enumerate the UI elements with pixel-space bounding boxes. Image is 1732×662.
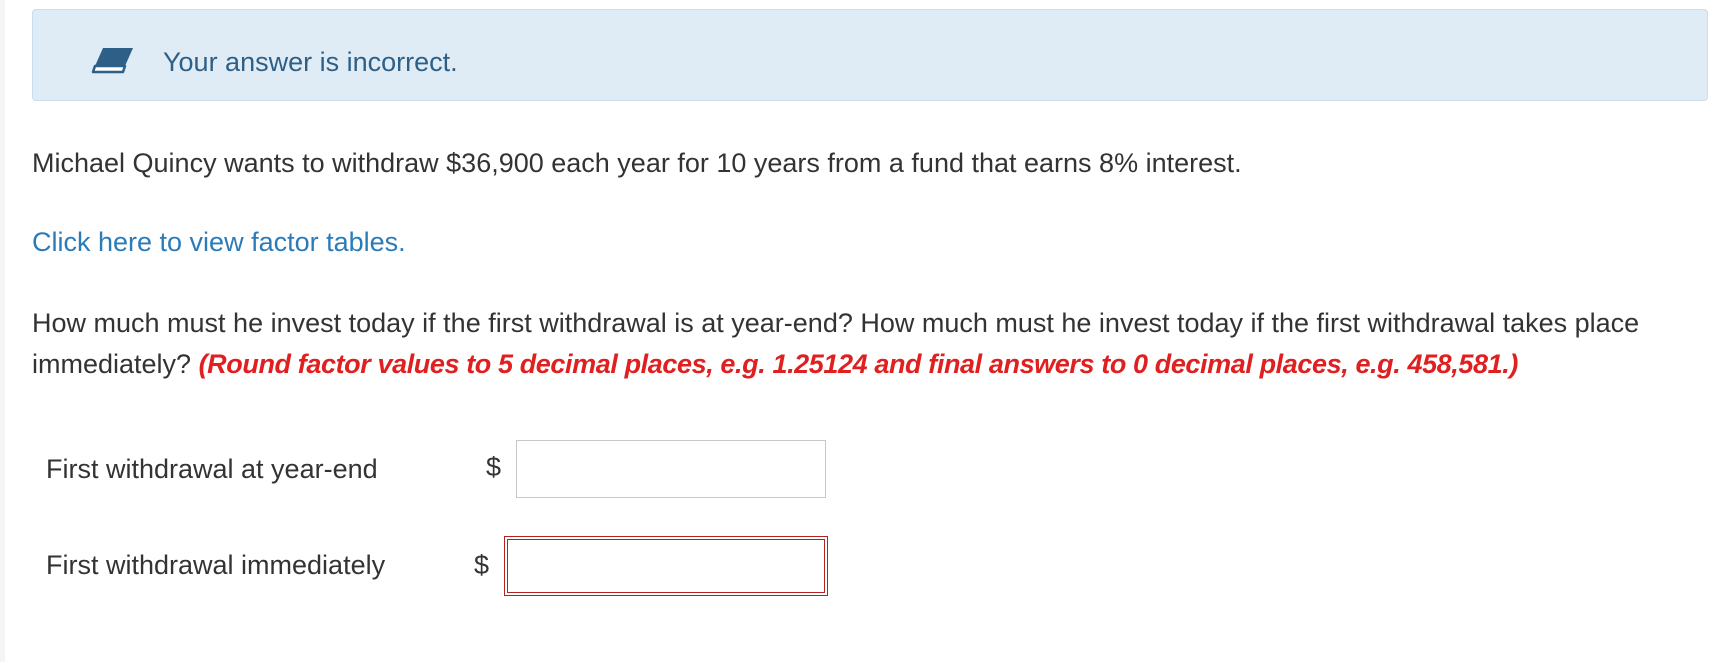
immediate-amount-input[interactable] <box>504 536 828 596</box>
question-statement: Michael Quincy wants to withdraw $36,900… <box>32 148 1242 178</box>
factor-tables-link[interactable]: Click here to view factor tables. <box>32 225 406 259</box>
year-end-amount-input[interactable] <box>516 440 826 498</box>
page-left-edge <box>0 0 5 662</box>
eraser-icon <box>91 44 137 76</box>
currency-symbol: $ <box>474 550 490 580</box>
answer-label-year-end: First withdrawal at year-end <box>46 454 378 484</box>
feedback-alert: Your answer is incorrect. <box>32 9 1708 101</box>
currency-symbol: $ <box>486 452 502 482</box>
question-prompt: How much must he invest today if the fir… <box>32 303 1712 385</box>
answer-label-immediately: First withdrawal immediately <box>46 550 386 580</box>
rounding-instructions: (Round factor values to 5 decimal places… <box>198 349 1519 379</box>
feedback-message: Your answer is incorrect. <box>163 47 458 77</box>
